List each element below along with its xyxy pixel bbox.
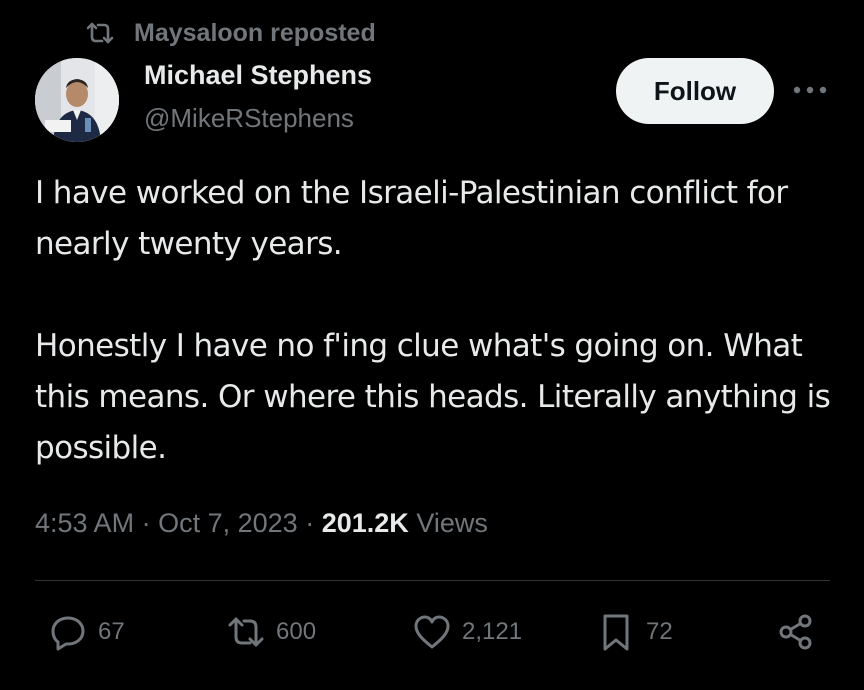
reply-button[interactable]: 67 bbox=[48, 610, 125, 654]
repost-button[interactable]: 600 bbox=[226, 610, 316, 654]
reply-icon bbox=[51, 616, 85, 651]
views-label: Views bbox=[416, 508, 488, 538]
tweet-meta: 4:53 AM · Oct 7, 2023 · 201.2K Views bbox=[35, 508, 488, 539]
author-handle[interactable]: @MikeRStephens bbox=[144, 103, 354, 134]
share-icon bbox=[779, 614, 812, 650]
bookmark-button[interactable]: 72 bbox=[596, 610, 673, 654]
meta-separator: · bbox=[305, 508, 315, 538]
repost-header[interactable]: Maysaloon reposted bbox=[84, 16, 376, 50]
divider bbox=[35, 580, 830, 581]
tweet-paragraph: I have worked on the Israeli-Palestinian… bbox=[35, 175, 788, 262]
action-bar: 67 600 2,121 72 bbox=[0, 610, 864, 654]
tweet-text: I have worked on the Israeli-Palestinian… bbox=[35, 168, 835, 474]
repost-icon bbox=[86, 22, 114, 44]
reply-count: 67 bbox=[98, 618, 125, 645]
bookmark-icon bbox=[603, 614, 629, 651]
tweet-paragraph: Honestly I have no f'ing clue what's goi… bbox=[35, 328, 831, 466]
share-button[interactable] bbox=[776, 610, 816, 654]
bookmark-count: 72 bbox=[646, 618, 673, 645]
like-button[interactable]: 2,121 bbox=[412, 610, 522, 654]
avatar[interactable] bbox=[35, 58, 119, 142]
author-name[interactable]: Michael Stephens bbox=[144, 60, 372, 91]
tweet-time[interactable]: 4:53 AM bbox=[35, 508, 134, 538]
repost-icon bbox=[228, 617, 264, 647]
heart-icon bbox=[414, 615, 450, 649]
follow-button[interactable]: Follow bbox=[616, 58, 774, 124]
meta-separator: · bbox=[141, 508, 151, 538]
more-dots-icon bbox=[793, 86, 827, 94]
repost-label: Maysaloon reposted bbox=[134, 18, 376, 47]
repost-count: 600 bbox=[276, 618, 317, 645]
avatar-photo bbox=[35, 58, 119, 142]
views-count: 201.2K bbox=[321, 508, 409, 538]
like-count: 2,121 bbox=[462, 618, 523, 645]
more-button[interactable] bbox=[790, 75, 830, 105]
tweet-date[interactable]: Oct 7, 2023 bbox=[158, 508, 298, 538]
